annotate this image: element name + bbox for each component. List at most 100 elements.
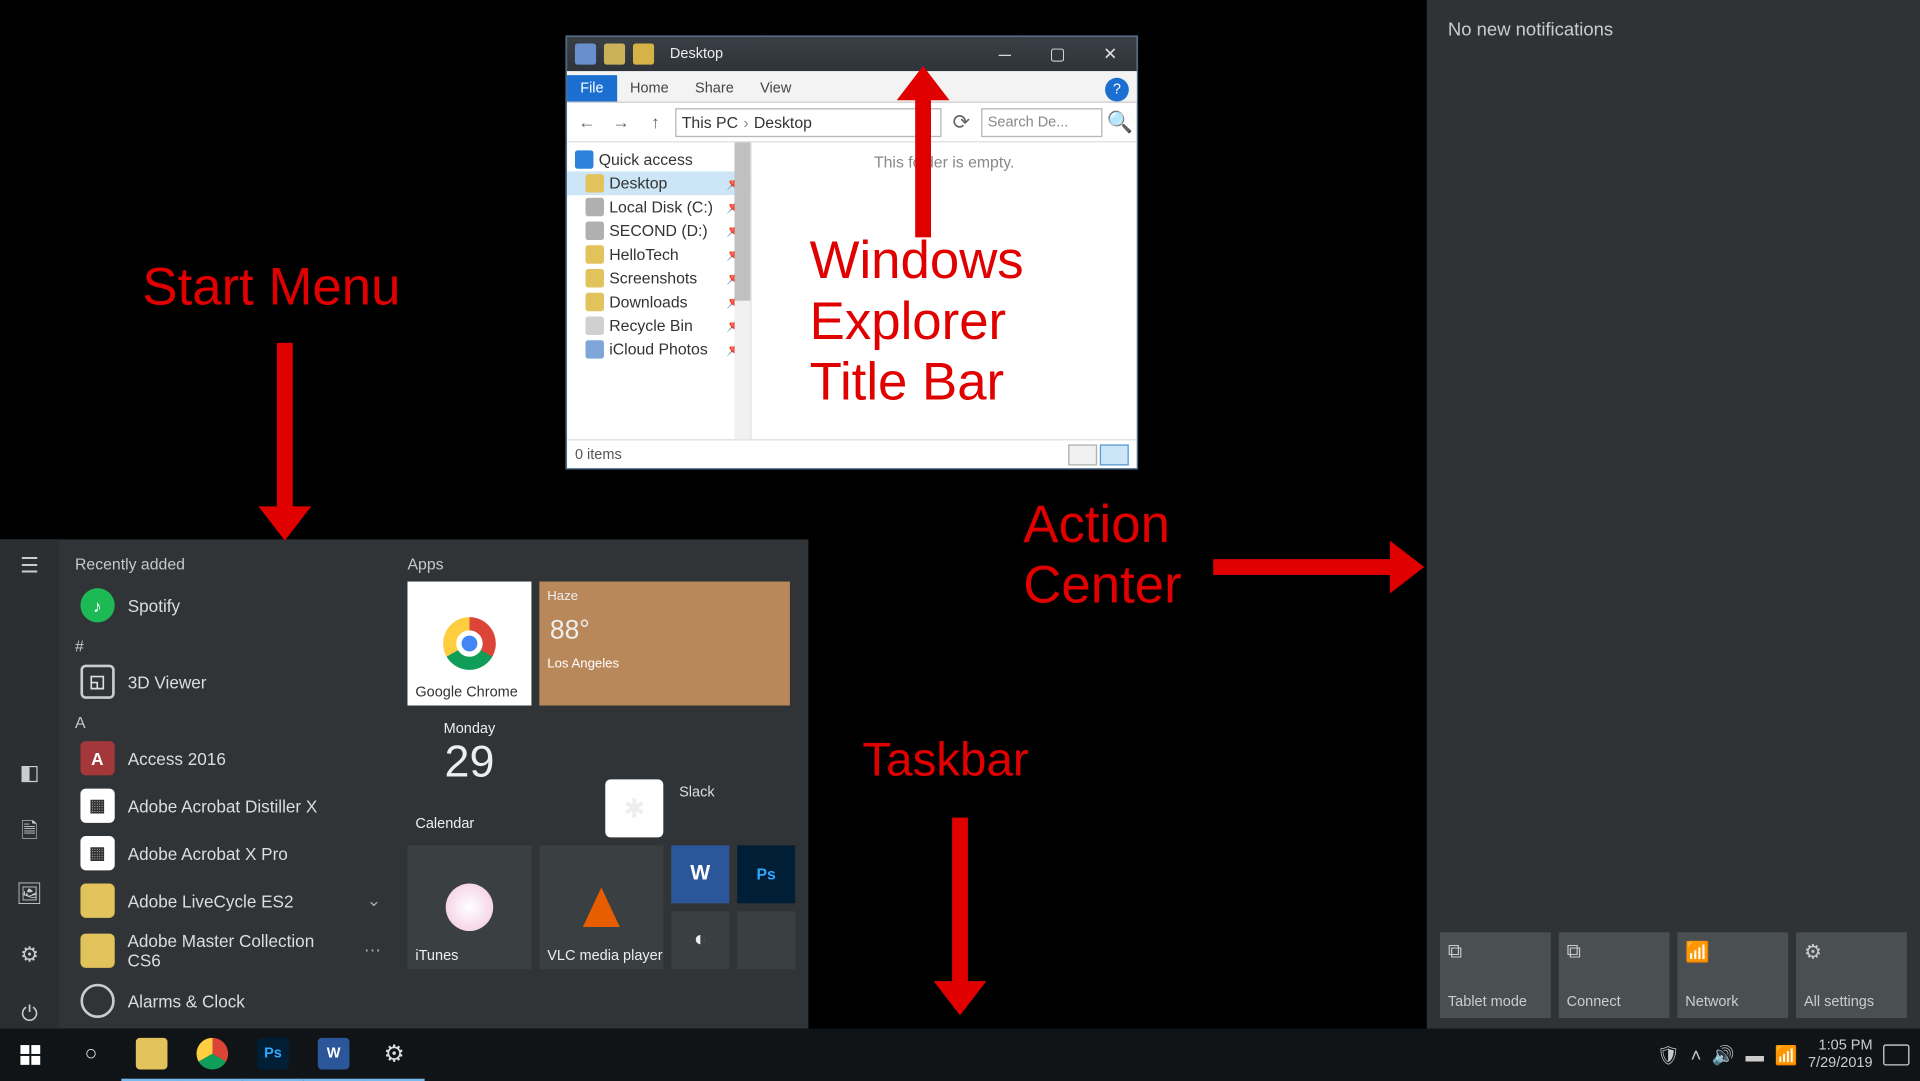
minimize-button[interactable]: ─ [978,37,1031,71]
tile-weather[interactable]: Haze 88° Los Angeles [539,582,790,706]
tile-app[interactable] [737,911,795,969]
nav-item[interactable]: Downloads📌 [567,290,750,314]
tile-label: Google Chrome [415,684,517,700]
weather-location: Los Angeles [547,657,782,672]
start-button[interactable] [0,1029,61,1081]
tile-app[interactable]: ◐ [671,911,729,969]
tile-word[interactable]: W [671,845,729,903]
back-button[interactable]: ← [572,107,601,136]
clock-icon [80,984,114,1018]
arrow-up-icon [915,92,931,237]
volume-icon[interactable]: 🔊 [1712,1044,1735,1066]
quick-action-settings[interactable]: ⚙All settings [1796,932,1907,1018]
itunes-icon [446,884,493,931]
maximize-button[interactable]: ▢ [1031,37,1084,71]
quick-action-network[interactable]: 📶Network [1677,932,1788,1018]
tab-view[interactable]: View [747,75,805,101]
tile-calendar[interactable]: Monday 29 Calendar [407,713,531,837]
taskbar-settings[interactable]: ⚙ [364,1029,425,1081]
nav-item[interactable]: Recycle Bin📌 [567,314,750,338]
nav-item[interactable]: Desktop📌 [567,171,750,195]
nav-label: Screenshots [609,269,697,287]
annotation-label: Taskbar [862,732,1028,787]
taskbar-chrome[interactable] [182,1029,243,1081]
qat-icon[interactable] [604,44,625,65]
power-icon[interactable]: ⏻ [16,1002,42,1028]
search-input[interactable]: Search De... [981,107,1102,136]
app-item-access[interactable]: AAccess 2016 [75,735,386,782]
taskbar-word[interactable]: W [303,1029,364,1081]
word-icon: W [318,1038,350,1070]
taskbar-photoshop[interactable]: Ps [243,1029,304,1081]
up-button[interactable]: ↑ [641,107,670,136]
action-center-button[interactable] [1883,1044,1909,1065]
app-item-3dviewer[interactable]: ◱3D Viewer [75,658,386,705]
tile-slack[interactable]: ✱ [605,779,663,837]
pictures-icon[interactable]: 🖼 [16,881,42,907]
taskbar-explorer[interactable] [121,1029,182,1081]
tile-itunes[interactable]: iTunes [407,845,531,969]
folder-icon [586,293,604,311]
close-button[interactable]: ✕ [1084,37,1137,71]
taskbar-clock[interactable]: 1:05 PM 7/29/2019 [1808,1038,1873,1073]
nav-item[interactable]: Local Disk (C:)📌 [567,195,750,219]
hamburger-icon[interactable]: ☰ [16,553,42,579]
qat-icon[interactable] [575,44,596,65]
app-item-acrobat[interactable]: ▦Adobe Acrobat X Pro [75,829,386,876]
tray-icon[interactable]: 🛡 [1657,1044,1680,1066]
app-item-alarms[interactable]: Alarms & Clock [75,977,386,1024]
arrow-down-icon [277,343,293,514]
scroll-thumb[interactable] [735,142,751,300]
app-item-spotify[interactable]: ♪Spotify [75,582,386,629]
adobe-icon: ▦ [80,836,114,870]
tile-photoshop[interactable]: Ps [737,845,795,903]
nav-item[interactable]: HelloTech📌 [567,243,750,267]
quick-action-tablet[interactable]: ⧉Tablet mode [1440,932,1551,1018]
wifi-icon[interactable]: 📶 [1774,1044,1797,1066]
view-details-button[interactable] [1068,444,1097,465]
adobe-icon: ▦ [80,789,114,823]
app-item-livecycle[interactable]: Adobe LiveCycle ES2⌄ [75,877,386,924]
tray-chevron-icon[interactable]: ˄ [1691,1044,1702,1065]
nav-item[interactable]: iCloud Photos📌 [567,338,750,362]
app-item-distiller[interactable]: ▦Adobe Acrobat Distiller X [75,782,386,829]
chevron-down-icon: ⋯ [364,940,381,961]
breadcrumb-pc[interactable]: This PC [682,113,738,131]
folder-icon [586,245,604,263]
tab-share[interactable]: Share [682,75,747,101]
qat-icon[interactable] [633,44,654,65]
address-row: ← → ↑ This PC › Desktop ⟳ Search De... 🔍 [567,103,1137,143]
user-icon[interactable]: ◧ [16,760,42,786]
explorer-titlebar[interactable]: Desktop ─ ▢ ✕ [567,37,1137,71]
refresh-button[interactable]: ⟳ [947,107,976,136]
no-notifications-text: No new notifications [1427,0,1920,58]
app-list: Recently added ♪Spotify # ◱3D Viewer A A… [59,539,394,1028]
tab-file[interactable]: File [567,75,617,101]
cortana-button[interactable]: ○ [61,1029,122,1081]
help-icon[interactable]: ? [1105,78,1129,102]
battery-icon[interactable]: ▬ [1745,1044,1763,1065]
chrome-icon [443,617,496,670]
documents-icon[interactable]: 🗎 [16,820,42,846]
address-bar[interactable]: This PC › Desktop [675,107,941,136]
tile-vlc[interactable]: VLC media player [539,845,663,969]
nav-item[interactable]: SECOND (D:)📌 [567,219,750,243]
view-icons-button[interactable] [1100,444,1129,465]
app-item-mastercoll[interactable]: Adobe Master Collection CS6⋯ [75,924,386,977]
settings-icon[interactable]: ⚙ [16,942,42,968]
nav-pane: Quick access Desktop📌 Local Disk (C:)📌 S… [567,142,752,439]
forward-button[interactable]: → [607,107,636,136]
breadcrumb-current[interactable]: Desktop [754,113,812,131]
tab-home[interactable]: Home [617,75,682,101]
nav-item[interactable]: Screenshots📌 [567,266,750,290]
weather-temp: 88° [550,616,590,646]
search-icon[interactable]: 🔍 [1108,109,1132,135]
quick-action-connect[interactable]: ⧉Connect [1559,932,1670,1018]
tile-chrome[interactable]: Google Chrome [407,582,531,706]
letter-header[interactable]: # [75,637,386,655]
nav-quick-access[interactable]: Quick access [567,148,750,172]
cloud-icon [586,340,604,358]
nav-label: Local Disk (C:) [609,198,713,216]
scrollbar[interactable] [735,142,751,439]
letter-header[interactable]: A [75,713,386,731]
